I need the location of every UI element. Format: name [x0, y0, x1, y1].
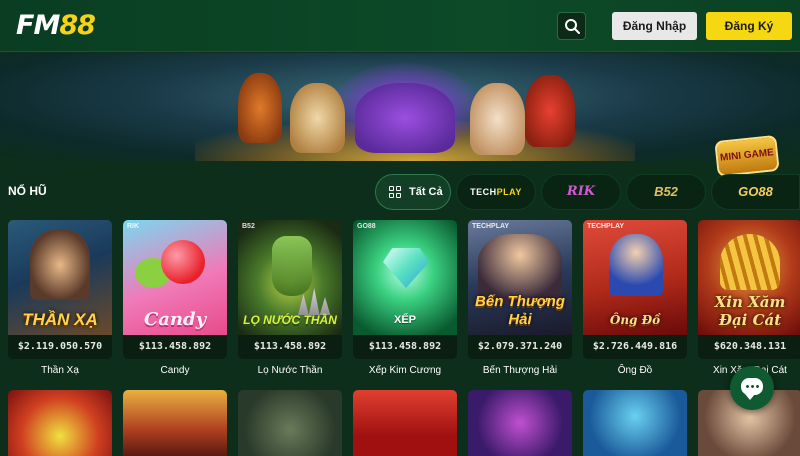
game-art-title: XẾP [393, 314, 416, 326]
mini-game-button[interactable]: MINI GAME [714, 134, 780, 178]
game-card-candy[interactable]: RIK Candy $113.458.892 Candy [123, 220, 227, 377]
filter-all[interactable]: Tất Cả [375, 174, 451, 210]
diamond-icon [383, 248, 429, 288]
game-name: Xếp Kim Cương [368, 365, 442, 376]
game-thumbnail: GO88 XẾP [353, 220, 457, 335]
game-thumbnail: B52 LỌ NƯỚC THẦN [238, 220, 342, 335]
game-card[interactable] [468, 390, 572, 456]
jackpot-amount: $113.458.892 [353, 335, 457, 359]
game-card[interactable] [353, 390, 457, 456]
hero-banner[interactable] [0, 53, 800, 161]
techplay-logo-play: PLAY [496, 187, 522, 197]
game-card-xin-xam-dai-cat[interactable]: Xin Xăm Đại Cát $620.348.131 Xin Xăm Đại… [698, 220, 800, 377]
game-card-xep-kim-cuong[interactable]: GO88 XẾP $113.458.892 Xếp Kim Cương [353, 220, 457, 377]
jackpot-amount: $2.726.449.816 [583, 335, 687, 359]
game-art-title: Ông Đồ [609, 313, 661, 327]
game-card[interactable] [8, 390, 112, 456]
game-card-lo-nuoc-than[interactable]: B52 LỌ NƯỚC THẦN $113.458.892 Lọ Nước Th… [238, 220, 342, 377]
logo-text-88: 88 [59, 10, 96, 41]
jackpot-amount: $2.119.050.570 [8, 335, 112, 359]
game-card[interactable] [238, 390, 342, 456]
fm88-logo[interactable]: FM88 [16, 9, 96, 43]
search-icon [565, 19, 580, 34]
chat-dots [745, 385, 759, 388]
grid-icon [389, 186, 401, 198]
provider-badge: TECHPLAY [587, 223, 625, 230]
jackpot-amount: $2.079.371.240 [468, 335, 572, 359]
game-art-fan [720, 234, 780, 290]
login-button[interactable]: Đăng Nhập [612, 12, 697, 40]
search-button[interactable] [557, 12, 586, 40]
game-card-ben-thuong-hai[interactable]: TECHPLAY Bến Thượng Hải $2.079.371.240 B… [468, 220, 572, 377]
game-thumbnail: THẦN XẠ [8, 220, 112, 335]
jackpot-amount: $620.348.131 [698, 335, 800, 359]
game-art-figure [30, 230, 90, 300]
game-art-title: LỌ NƯỚC THẦN [243, 313, 337, 327]
filter-rik[interactable]: RIK [541, 174, 621, 210]
filter-go88[interactable]: GO88 [711, 174, 800, 210]
provider-badge: GO88 [357, 223, 376, 230]
game-thumbnail: TECHPLAY Bến Thượng Hải [468, 220, 572, 335]
game-thumbnail: RIK Candy [123, 220, 227, 335]
filter-b52[interactable]: B52 [626, 174, 706, 210]
game-thumbnail: TECHPLAY Ông Đồ [583, 220, 687, 335]
provider-badge: B52 [242, 223, 255, 230]
provider-badge: TECHPLAY [472, 223, 510, 230]
game-art-title: Xin Xăm Đại Cát [714, 293, 786, 329]
game-name: Thần Xạ [41, 365, 79, 376]
game-card[interactable] [583, 390, 687, 456]
logo-text-fm: FM [16, 10, 60, 41]
game-name: Bến Thượng Hải [482, 365, 558, 376]
game-name: Ông Đồ [617, 365, 653, 376]
game-name: Candy [160, 365, 190, 376]
game-art-candy [161, 240, 205, 284]
game-art-title: THẦN XẠ [22, 310, 98, 329]
top-header: FM88 Đăng Nhập Đăng Ký [0, 0, 800, 52]
provider-filter-bar: Tất Cả TECHPLAY RIK B52 GO88 [369, 174, 800, 212]
filter-techplay[interactable]: TECHPLAY [456, 174, 536, 210]
jackpot-amount: $113.458.892 [238, 335, 342, 359]
game-card[interactable] [123, 390, 227, 456]
banner-character-warrior [290, 83, 345, 153]
game-card-than-xa[interactable]: THẦN XẠ $2.119.050.570 Thần Xạ [8, 220, 112, 377]
game-card-ong-do[interactable]: TECHPLAY Ông Đồ $2.726.449.816 Ông Đồ [583, 220, 687, 377]
section-title: NỔ HŨ [8, 184, 47, 198]
provider-badge: RIK [127, 223, 140, 230]
game-art-scholar [609, 234, 663, 296]
banner-character-fox [238, 73, 282, 143]
game-art-title: Candy [143, 309, 207, 330]
live-chat-button[interactable] [730, 366, 774, 410]
game-art-bottle [272, 236, 312, 296]
game-art-title: Bến Thượng Hải [475, 293, 565, 328]
banner-character-genie [355, 83, 455, 153]
jackpot-amount: $113.458.892 [123, 335, 227, 359]
techplay-logo-tech: TECH [470, 187, 497, 197]
register-button[interactable]: Đăng Ký [706, 12, 792, 40]
banner-character-maiden [470, 83, 525, 155]
game-name: Lọ Nước Thần [257, 365, 323, 376]
banner-character-phoenix [525, 75, 575, 147]
game-thumbnail: Xin Xăm Đại Cát [698, 220, 800, 335]
filter-all-label: Tất Cả [409, 186, 443, 198]
